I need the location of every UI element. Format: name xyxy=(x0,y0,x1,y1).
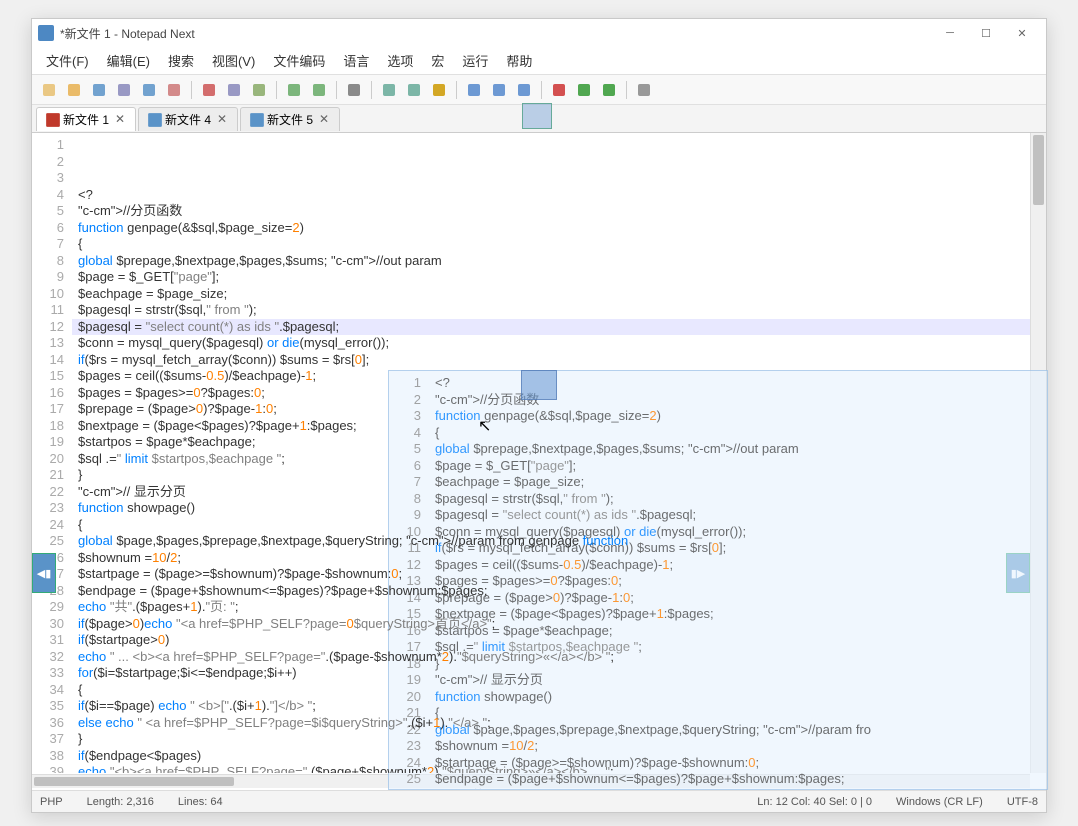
tab-close-button[interactable]: ✕ xyxy=(215,112,229,126)
file-icon xyxy=(147,112,161,126)
menu-文件编码[interactable]: 文件编码 xyxy=(265,48,333,73)
paste-button[interactable] xyxy=(248,79,270,101)
dock-indicator-top[interactable] xyxy=(522,103,552,129)
record-button[interactable] xyxy=(548,79,570,101)
app-icon xyxy=(38,25,54,41)
status-encoding: UTF-8 xyxy=(1007,796,1038,808)
horizontal-scrollbar[interactable] xyxy=(32,774,1030,788)
menu-语言[interactable]: 语言 xyxy=(335,48,377,73)
close-button[interactable] xyxy=(163,79,185,101)
menu-帮助[interactable]: 帮助 xyxy=(498,48,540,73)
save-button[interactable] xyxy=(88,79,110,101)
zoom-button[interactable] xyxy=(343,79,365,101)
menu-选项[interactable]: 选项 xyxy=(379,48,421,73)
menu-文件[interactable]: 文件(F) xyxy=(38,48,97,73)
tab-label: 新文件 4 xyxy=(165,111,211,128)
play-button[interactable] xyxy=(573,79,595,101)
menu-宏[interactable]: 宏 xyxy=(423,48,452,73)
redo-button[interactable] xyxy=(308,79,330,101)
tab-close-button[interactable]: ✕ xyxy=(113,112,127,126)
undo-button[interactable] xyxy=(283,79,305,101)
new-file-button[interactable] xyxy=(38,79,60,101)
cut-button[interactable] xyxy=(198,79,220,101)
copy-file-button[interactable] xyxy=(113,79,135,101)
menubar: 文件(F)编辑(E)搜索视图(V)文件编码语言选项宏运行帮助 xyxy=(32,47,1046,75)
app-window: *新文件 1 - Notepad Next ─ ☐ ✕ 文件(F)编辑(E)搜索… xyxy=(31,18,1047,813)
maximize-button[interactable]: ☐ xyxy=(968,21,1004,45)
tab-close-button[interactable]: ✕ xyxy=(317,112,331,126)
outdent-button[interactable] xyxy=(488,79,510,101)
horizontal-scrollbar-thumb[interactable] xyxy=(34,777,234,786)
status-language: PHP xyxy=(40,796,63,808)
settings-button[interactable] xyxy=(633,79,655,101)
replace-button[interactable] xyxy=(428,79,450,101)
tabbar: 新文件 1 ✕ 新文件 4 ✕ 新文件 5 ✕ xyxy=(32,105,1046,133)
dock-indicator-left[interactable]: ◀▮ xyxy=(32,553,56,593)
tab-新文件-1[interactable]: 新文件 1 ✕ xyxy=(36,107,136,131)
statusbar: PHP Length: 2,316 Lines: 64 Ln: 12 Col: … xyxy=(32,790,1046,812)
status-length: Length: 2,316 xyxy=(87,796,154,808)
titlebar: *新文件 1 - Notepad Next ─ ☐ ✕ xyxy=(32,19,1046,47)
play-multi-button[interactable] xyxy=(598,79,620,101)
window-title: *新文件 1 - Notepad Next xyxy=(60,25,932,42)
unsaved-icon xyxy=(45,112,59,126)
status-lines: Lines: 64 xyxy=(178,796,223,808)
cursor-icon: ↖ xyxy=(478,416,491,436)
copy-button[interactable] xyxy=(223,79,245,101)
code-area[interactable]: <?"c-cm">//分页函数function genpage(&$sql,$p… xyxy=(72,133,1046,773)
status-position: Ln: 12 Col: 40 Sel: 0 | 0 xyxy=(757,796,872,808)
line-gutter: 1234567891011121314151617181920212223242… xyxy=(32,133,72,773)
indent-button[interactable] xyxy=(463,79,485,101)
tab-新文件-5[interactable]: 新文件 5 ✕ xyxy=(240,107,340,131)
menu-编辑[interactable]: 编辑(E) xyxy=(99,48,158,73)
menu-视图[interactable]: 视图(V) xyxy=(204,48,263,73)
open-file-button[interactable] xyxy=(63,79,85,101)
tab-新文件-4[interactable]: 新文件 4 ✕ xyxy=(138,107,238,131)
minimize-button[interactable]: ─ xyxy=(932,21,968,45)
tab-label: 新文件 1 xyxy=(63,111,109,128)
find-next-button[interactable] xyxy=(403,79,425,101)
tab-label: 新文件 5 xyxy=(267,111,313,128)
save-all-button[interactable] xyxy=(138,79,160,101)
close-button[interactable]: ✕ xyxy=(1004,21,1040,45)
status-eol: Windows (CR LF) xyxy=(896,796,983,808)
find-button[interactable] xyxy=(378,79,400,101)
menu-运行[interactable]: 运行 xyxy=(454,48,496,73)
word-wrap-button[interactable] xyxy=(513,79,535,101)
toolbar xyxy=(32,75,1046,105)
file-icon xyxy=(249,112,263,126)
menu-搜索[interactable]: 搜索 xyxy=(160,48,202,73)
editor-area[interactable]: 1234567891011121314151617181920212223242… xyxy=(32,133,1046,773)
